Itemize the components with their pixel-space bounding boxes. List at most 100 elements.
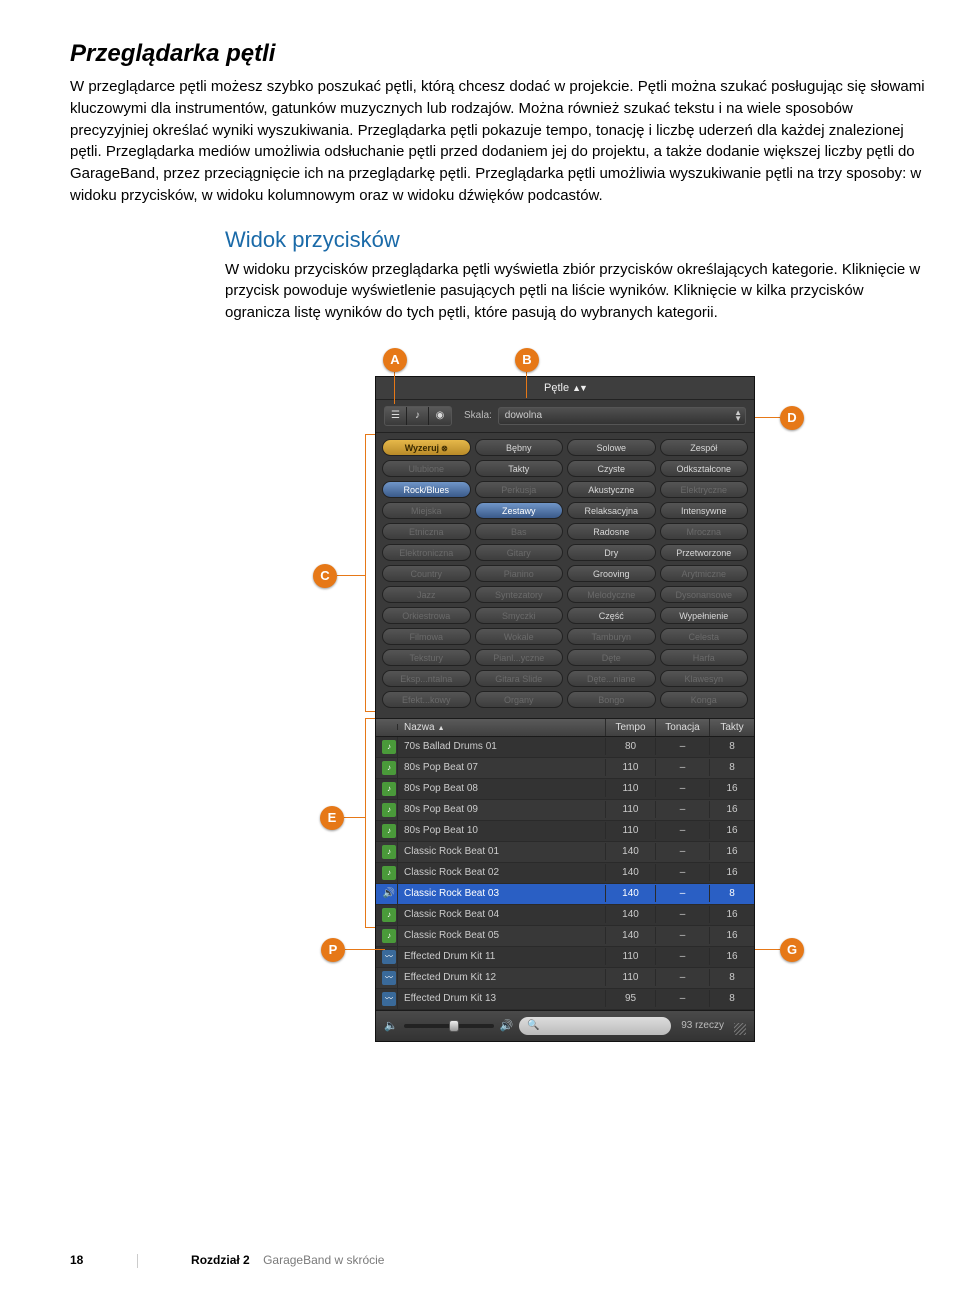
chapter-label: Rozdział 2 xyxy=(191,1253,250,1267)
category-button[interactable]: Country xyxy=(382,565,471,582)
category-button[interactable]: Pianino xyxy=(475,565,564,582)
category-button[interactable]: Arytmiczne xyxy=(660,565,749,582)
results-row[interactable]: ♪80s Pop Beat 08110–16 xyxy=(376,779,754,800)
page-footer: 18 Rozdział 2 GarageBand w skrócie xyxy=(70,1253,384,1268)
category-button[interactable]: Syntezatory xyxy=(475,586,564,603)
volume-slider[interactable] xyxy=(404,1024,494,1028)
category-button[interactable]: Efekt...kowy xyxy=(382,691,471,708)
results-row[interactable]: 〰Effected Drum Kit 11110–16 xyxy=(376,947,754,968)
category-button[interactable]: Czyste xyxy=(567,460,656,477)
category-button[interactable]: Miejska xyxy=(382,502,471,519)
results-list: ♪70s Ballad Drums 0180–8♪80s Pop Beat 07… xyxy=(376,737,754,1010)
results-row[interactable]: 〰Effected Drum Kit 12110–8 xyxy=(376,968,754,989)
results-row[interactable]: ♪Classic Rock Beat 04140–16 xyxy=(376,905,754,926)
resize-handle[interactable] xyxy=(734,1023,746,1035)
category-button[interactable]: Wypełnienie xyxy=(660,607,749,624)
category-button[interactable]: Radosne xyxy=(567,523,656,540)
view-music-button[interactable]: ♪ xyxy=(407,407,429,425)
loop-browser-figure: A B D C E P G Pętle▲▼ ☰ ♪ ◉ xyxy=(225,348,930,983)
category-button[interactable]: Organy xyxy=(475,691,564,708)
scale-dropdown[interactable]: dowolna ▲▼ xyxy=(498,407,746,425)
category-button[interactable]: Bas xyxy=(475,523,564,540)
results-row[interactable]: ♪Classic Rock Beat 02140–16 xyxy=(376,863,754,884)
category-button[interactable]: Jazz xyxy=(382,586,471,603)
category-button[interactable]: Perkusja xyxy=(475,481,564,498)
result-count: 93 rzeczy xyxy=(681,1020,724,1031)
panel-title[interactable]: Pętle▲▼ xyxy=(376,377,754,400)
category-button[interactable]: Elektryczne xyxy=(660,481,749,498)
callout-p: P xyxy=(321,938,345,962)
category-button[interactable]: Solowe xyxy=(567,439,656,456)
column-key[interactable]: Tonacja xyxy=(656,719,710,736)
results-row[interactable]: 🔊Classic Rock Beat 03140–8 xyxy=(376,884,754,905)
category-button[interactable]: Część xyxy=(567,607,656,624)
category-button[interactable]: Zespół xyxy=(660,439,749,456)
category-button[interactable]: Eksp...ntalna xyxy=(382,670,471,687)
section-heading: Widok przycisków xyxy=(225,227,930,253)
category-button[interactable]: Wyzeruj⊗ xyxy=(382,439,471,456)
loop-browser-panel: Pętle▲▼ ☰ ♪ ◉ Skala: dowolna ▲▼ Wyzeruj⊗… xyxy=(375,376,755,1042)
category-button[interactable]: Smyczki xyxy=(475,607,564,624)
category-button[interactable]: Dry xyxy=(567,544,656,561)
category-button[interactable]: Bongo xyxy=(567,691,656,708)
category-button[interactable]: Zestawy xyxy=(475,502,564,519)
column-beats[interactable]: Takty xyxy=(710,719,754,736)
results-row[interactable]: ♪80s Pop Beat 10110–16 xyxy=(376,821,754,842)
category-button[interactable]: Wokale xyxy=(475,628,564,645)
category-button[interactable]: Harfa xyxy=(660,649,749,666)
loop-type-icon: 〰 xyxy=(382,992,396,1006)
category-button[interactable]: Relaksacyjna xyxy=(567,502,656,519)
category-button[interactable]: Akustyczne xyxy=(567,481,656,498)
category-button[interactable]: Melodyczne xyxy=(567,586,656,603)
category-button[interactable]: Mroczna xyxy=(660,523,749,540)
view-columns-button[interactable]: ☰ xyxy=(385,407,407,425)
callout-a: A xyxy=(383,348,407,372)
speaker-icon: 🔊 xyxy=(382,887,396,901)
category-button[interactable]: Celesta xyxy=(660,628,749,645)
category-button[interactable]: Dysonansowe xyxy=(660,586,749,603)
results-row[interactable]: ♪70s Ballad Drums 0180–8 xyxy=(376,737,754,758)
column-tempo[interactable]: Tempo xyxy=(606,719,656,736)
category-button[interactable]: Ulubione xyxy=(382,460,471,477)
loop-type-icon: ♪ xyxy=(382,824,396,838)
results-row[interactable]: 〰Effected Drum Kit 1395–8 xyxy=(376,989,754,1010)
category-button[interactable]: Klawesyn xyxy=(660,670,749,687)
category-button[interactable]: Etniczna xyxy=(382,523,471,540)
results-row[interactable]: ♪80s Pop Beat 09110–16 xyxy=(376,800,754,821)
callout-e: E xyxy=(320,806,344,830)
category-button[interactable]: Tekstury xyxy=(382,649,471,666)
loop-type-icon: ♪ xyxy=(382,908,396,922)
results-row[interactable]: ♪Classic Rock Beat 01140–16 xyxy=(376,842,754,863)
page-number: 18 xyxy=(70,1253,83,1267)
category-button[interactable]: Rock/Blues xyxy=(382,481,471,498)
category-button[interactable]: Gitara Slide xyxy=(475,670,564,687)
category-button[interactable]: Konga xyxy=(660,691,749,708)
volume-low-icon: 🔈 xyxy=(384,1019,398,1032)
results-row[interactable]: ♪80s Pop Beat 07110–8 xyxy=(376,758,754,779)
category-button[interactable]: Przetworzone xyxy=(660,544,749,561)
results-header: Nazwa▲ Tempo Tonacja Takty xyxy=(376,719,754,737)
category-button[interactable]: Odkształcone xyxy=(660,460,749,477)
category-button[interactable]: Orkiestrowa xyxy=(382,607,471,624)
category-button[interactable]: Dęte xyxy=(567,649,656,666)
category-button[interactable]: Intensywne xyxy=(660,502,749,519)
category-button[interactable]: Elektroniczna xyxy=(382,544,471,561)
toolbar: ☰ ♪ ◉ Skala: dowolna ▲▼ xyxy=(376,400,754,433)
loop-type-icon: ♪ xyxy=(382,803,396,817)
category-button[interactable]: Pianl...yczne xyxy=(475,649,564,666)
category-button[interactable]: Tamburyn xyxy=(567,628,656,645)
category-button[interactable]: Grooving xyxy=(567,565,656,582)
section-paragraph: W widoku przycisków przeglądarka pętli w… xyxy=(225,259,930,324)
callout-b: B xyxy=(515,348,539,372)
view-podcast-button[interactable]: ◉ xyxy=(429,407,451,425)
chapter-title: GarageBand w skrócie xyxy=(263,1253,384,1267)
category-button[interactable]: Filmowa xyxy=(382,628,471,645)
category-button[interactable]: Dęte...niane xyxy=(567,670,656,687)
category-button[interactable]: Gitary xyxy=(475,544,564,561)
category-button[interactable]: Takty xyxy=(475,460,564,477)
category-button[interactable]: Bębny xyxy=(475,439,564,456)
results-row[interactable]: ♪Classic Rock Beat 05140–16 xyxy=(376,926,754,947)
callout-c: C xyxy=(313,564,337,588)
column-name[interactable]: Nazwa▲ xyxy=(398,719,606,736)
search-field[interactable]: 🔍 xyxy=(519,1017,671,1035)
